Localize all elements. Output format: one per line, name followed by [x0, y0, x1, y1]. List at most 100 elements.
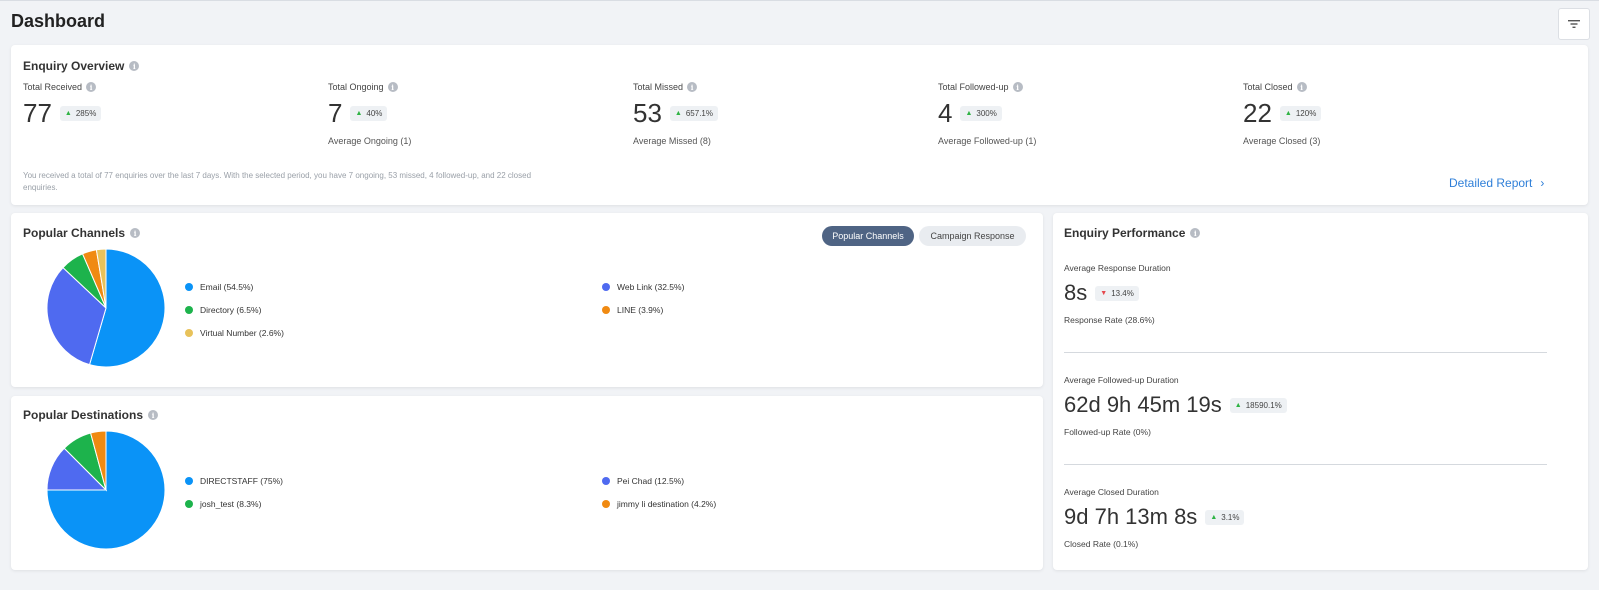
- arrow-up-icon: ▲: [355, 109, 363, 117]
- legend-dot: [602, 306, 610, 314]
- info-icon[interactable]: i: [1296, 82, 1307, 92]
- arrow-up-icon: ▲: [1234, 401, 1242, 409]
- legend-item[interactable]: Email (54.5%): [185, 282, 253, 292]
- stat-row: 7 ▲ 40%: [328, 98, 628, 128]
- detailed-report-link[interactable]: Detailed Report ›: [1449, 176, 1544, 190]
- legend-dot: [602, 500, 610, 508]
- perf-followed-up-duration: Average Followed-up Duration 62d 9h 45m …: [1064, 375, 1287, 437]
- stat-row: 4 ▲ 300%: [938, 98, 1238, 128]
- popular-channels-card: Popular Channels i Popular Channels Camp…: [11, 213, 1043, 387]
- change-badge: ▲ 657.1%: [669, 105, 718, 121]
- stat-total-closed: Total Closed i 22 ▲ 120% Average Closed (3): [1243, 82, 1543, 146]
- filter-button[interactable]: [1558, 8, 1590, 40]
- legend-item[interactable]: jimmy li destination (4.2%): [602, 499, 716, 509]
- divider: [1064, 352, 1547, 353]
- info-icon[interactable]: i: [387, 82, 398, 92]
- stat-total-ongoing: Total Ongoing i 7 ▲ 40% Average Ongoing (1): [328, 82, 628, 146]
- stat-total-received: Total Received i 77 ▲ 285%: [23, 82, 323, 128]
- legend-dot: [185, 306, 193, 314]
- stat-value: 22: [1243, 98, 1272, 128]
- legend-item[interactable]: Virtual Number (2.6%): [185, 328, 284, 338]
- overview-title-wrap: Enquiry Overview i: [23, 59, 140, 73]
- legend-item[interactable]: Web Link (32.5%): [602, 282, 684, 292]
- legend-dot: [602, 477, 610, 485]
- stat-label-wrap: Total Missed i: [633, 82, 933, 92]
- legend-label: Pei Chad (12.5%): [617, 476, 685, 486]
- legend-dot: [185, 283, 193, 291]
- destinations-title: Popular Destinations: [23, 408, 144, 422]
- stat-label-wrap: Total Followed-up i: [938, 82, 1238, 92]
- change-value: 40%: [366, 108, 383, 118]
- stat-label: Total Missed: [633, 82, 684, 92]
- perf-row: 9d 7h 13m 8s ▲ 3.1%: [1064, 503, 1245, 531]
- legend-dot: [185, 329, 193, 337]
- perf-response-duration: Average Response Duration 8s ▼ 13.4% Respo…: [1064, 263, 1171, 325]
- change-value: 120%: [1295, 108, 1317, 118]
- change-badge: ▲ 120%: [1279, 105, 1322, 121]
- legend-dot: [185, 477, 193, 485]
- arrow-up-icon: ▲: [1210, 513, 1218, 521]
- perf-closed-duration: Average Closed Duration 9d 7h 13m 8s ▲ 3.1…: [1064, 487, 1245, 549]
- arrow-up-icon: ▲: [965, 109, 973, 117]
- stat-value: 53: [633, 98, 662, 128]
- legend-dot: [602, 283, 610, 291]
- channels-title-wrap: Popular Channels i: [23, 226, 141, 240]
- tab-campaign-response[interactable]: Campaign Response: [919, 226, 1026, 246]
- info-icon[interactable]: i: [1012, 82, 1023, 92]
- info-icon[interactable]: i: [129, 61, 140, 71]
- performance-title: Enquiry Performance: [1064, 226, 1186, 240]
- stat-sub: Average Followed-up (1): [938, 136, 1037, 146]
- perf-row: 62d 9h 45m 19s ▲ 18590.1%: [1064, 391, 1287, 419]
- change-badge: ▼ 13.4%: [1095, 285, 1139, 301]
- legend-label: Email (54.5%): [200, 282, 254, 292]
- stat-sub: Average Ongoing (1): [328, 136, 412, 146]
- stat-label: Total Closed: [1243, 82, 1293, 92]
- stat-total-missed: Total Missed i 53 ▲ 657.1% Average Missed (…: [633, 82, 933, 146]
- info-icon[interactable]: i: [148, 410, 159, 420]
- destinations-title-wrap: Popular Destinations i: [23, 408, 159, 422]
- perf-value: 62d 9h 45m 19s: [1064, 392, 1222, 417]
- perf-value: 8s: [1064, 280, 1088, 305]
- arrow-down-icon: ▼: [1100, 289, 1108, 297]
- info-icon[interactable]: i: [86, 82, 97, 92]
- legend-item[interactable]: Pei Chad (12.5%): [602, 476, 684, 486]
- legend-item[interactable]: LINE (3.9%): [602, 305, 663, 315]
- perf-row: 8s ▼ 13.4%: [1064, 279, 1171, 307]
- stat-sub: Average Missed (8): [633, 136, 711, 146]
- enquiry-overview-card: Enquiry Overview i Total Received i 77 ▲ 28…: [11, 45, 1588, 205]
- info-icon[interactable]: i: [687, 82, 698, 92]
- change-badge: ▲ 300%: [960, 105, 1002, 121]
- perf-sub: Closed Rate (0.1%): [1064, 539, 1139, 549]
- enquiry-performance-card: Enquiry Performance i Average Response D…: [1053, 213, 1588, 570]
- info-icon[interactable]: i: [1190, 228, 1201, 238]
- perf-label: Average Response Duration: [1064, 263, 1171, 273]
- tab-popular-channels[interactable]: Popular Channels: [822, 226, 914, 246]
- stat-row: 22 ▲ 120%: [1243, 98, 1543, 128]
- performance-title-wrap: Enquiry Performance i: [1064, 226, 1201, 240]
- legend-label: LINE (3.9%): [617, 305, 664, 315]
- perf-label: Average Followed-up Duration: [1064, 375, 1179, 385]
- stat-row: 77 ▲ 285%: [23, 98, 323, 128]
- change-badge: ▲ 285%: [59, 105, 102, 121]
- legend-item[interactable]: josh_test (8.3%): [185, 499, 261, 509]
- change-badge: ▲ 40%: [350, 105, 388, 121]
- stat-label: Total Ongoing: [328, 82, 384, 92]
- perf-value: 9d 7h 13m 8s: [1064, 504, 1198, 529]
- change-value: 18590.1%: [1245, 400, 1282, 410]
- legend-item[interactable]: DIRECTSTAFF (75%): [185, 476, 283, 486]
- arrow-up-icon: ▲: [1284, 109, 1292, 117]
- stat-value: 77: [23, 98, 52, 128]
- overview-title: Enquiry Overview: [23, 59, 125, 73]
- overview-summary: You received a total of 77 enquiries ove…: [23, 171, 532, 192]
- legend-label: jimmy li destination (4.2%): [617, 499, 717, 509]
- stat-label-wrap: Total Received i: [23, 82, 323, 92]
- legend-label: Virtual Number (2.6%): [200, 328, 284, 338]
- perf-sub: Followed-up Rate (0%): [1064, 427, 1151, 437]
- info-icon[interactable]: i: [130, 228, 141, 238]
- detailed-report-label: Detailed Report: [1449, 176, 1533, 190]
- legend-item[interactable]: Directory (6.5%): [185, 305, 261, 315]
- legend-label: Web Link (32.5%): [617, 282, 685, 292]
- perf-sub: Response Rate (28.6%): [1064, 315, 1155, 325]
- change-value: 3.1%: [1221, 512, 1240, 522]
- change-value: 13.4%: [1111, 288, 1134, 298]
